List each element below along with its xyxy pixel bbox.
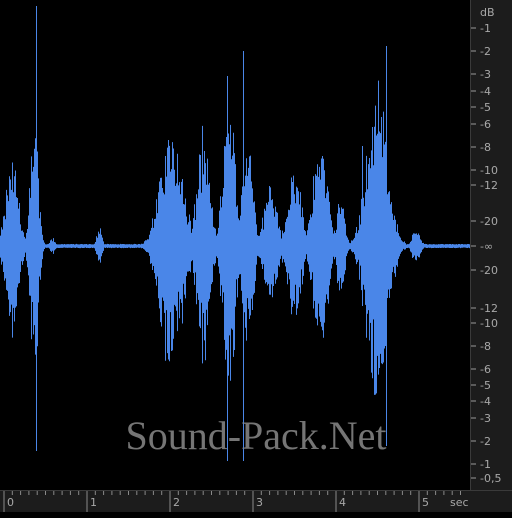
waveform-samples xyxy=(0,6,470,461)
db-tick-label: -10 xyxy=(480,164,498,177)
db-tick-label: -20 xyxy=(480,264,498,277)
db-tick-label: -1 xyxy=(480,458,491,471)
db-tick-label: -2 xyxy=(480,435,491,448)
db-tick-label: -2 xyxy=(480,45,491,58)
db-tick-label: -12 xyxy=(480,179,498,192)
db-tick-label: -1 xyxy=(480,22,491,35)
db-center-label: -∞ xyxy=(480,240,493,253)
db-tick-label: -3 xyxy=(480,68,491,81)
db-tick-label: -6 xyxy=(480,363,491,376)
time-unit-label: sec xyxy=(450,496,469,509)
time-tick-label: 4 xyxy=(339,496,346,509)
db-tick-label: -4 xyxy=(480,395,491,408)
db-tick-label: -5 xyxy=(480,101,491,114)
time-tick-label: 1 xyxy=(90,496,97,509)
db-tick-label: -12 xyxy=(480,302,498,315)
db-tick-label: -6 xyxy=(480,118,491,131)
db-tick-label: -3 xyxy=(480,412,491,425)
time-tick-label: 3 xyxy=(256,496,263,509)
time-ruler[interactable]: 0 1 2 3 4 5 sec xyxy=(0,490,512,512)
db-tick-label: -5 xyxy=(480,379,491,392)
time-scale: 0 1 2 3 4 5 sec xyxy=(3,491,469,512)
waveform-svg[interactable] xyxy=(0,0,470,490)
db-scale: dB -1 -2 -3 -4 -5 -6 -8 -10 -12 -20 -∞ -20 -12 -10 -8 -6… xyxy=(471,6,501,485)
db-ruler: dB -1 -2 -3 -4 -5 -6 -8 -10 -12 -20 -∞ -20 -12 -10 -8 -6… xyxy=(470,0,512,490)
db-tick-label: -20 xyxy=(480,215,498,228)
time-tick-label: 0 xyxy=(7,496,14,509)
time-tick-label: 2 xyxy=(173,496,180,509)
db-unit-label: dB xyxy=(480,6,495,19)
db-tick-label: -4 xyxy=(480,85,491,98)
db-tick-label: -8 xyxy=(480,141,491,154)
db-tick-label: -8 xyxy=(480,340,491,353)
time-tick-label: 5 xyxy=(422,496,429,509)
waveform-canvas[interactable] xyxy=(0,0,470,490)
db-tick-label: -10 xyxy=(480,317,498,330)
db-tick-label: -0,5 xyxy=(480,472,501,485)
